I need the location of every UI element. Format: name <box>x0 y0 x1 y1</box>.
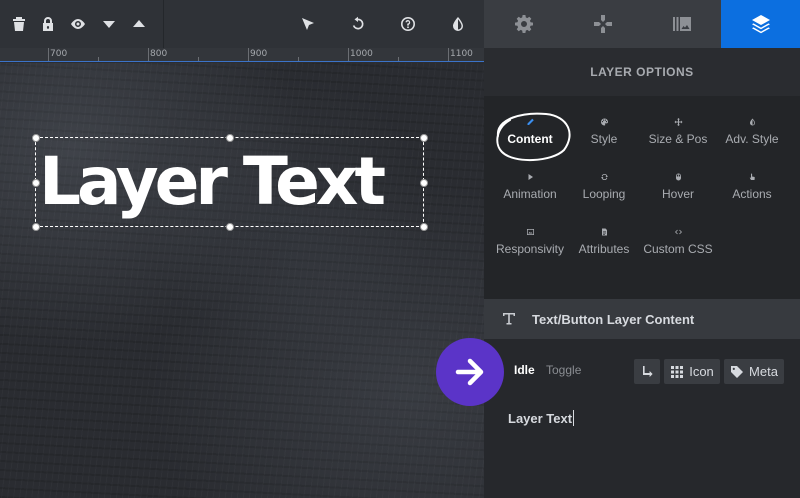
slides-icon <box>672 17 691 31</box>
tag-icon <box>731 365 744 378</box>
arrow-up-icon[interactable] <box>129 14 149 34</box>
horizontal-ruler: 700 800 900 1000 1100 <box>0 48 484 62</box>
option-custom-css[interactable]: Custom CSS <box>638 206 718 256</box>
layer-text-input[interactable] <box>500 389 784 498</box>
layers-icon <box>751 15 770 34</box>
resize-handle[interactable] <box>226 134 234 142</box>
option-label: Custom CSS <box>643 242 713 256</box>
option-adv-style[interactable]: Adv. Style <box>712 96 792 146</box>
resize-handle[interactable] <box>226 223 234 231</box>
option-size-pos[interactable]: Size & Pos <box>638 96 718 146</box>
option-label: Attributes <box>578 242 630 256</box>
layer-text[interactable]: Layer Text <box>39 140 386 224</box>
option-animation[interactable]: Animation <box>490 151 570 201</box>
layer-content-editor: Idle Toggle Icon Meta Layer Text <box>484 339 800 498</box>
option-hover[interactable]: Hover <box>638 151 718 201</box>
palette-icon <box>600 118 608 126</box>
insert-icon-button[interactable]: Icon <box>664 359 720 384</box>
undo-icon[interactable] <box>348 14 368 34</box>
icon-button-label: Icon <box>689 364 714 379</box>
selected-text-layer[interactable]: Layer Text <box>32 134 428 231</box>
resize-handle[interactable] <box>32 223 40 231</box>
option-label: Looping <box>582 187 626 201</box>
meta-button-label: Meta <box>749 364 778 379</box>
panel-tabs <box>484 0 800 48</box>
resize-handle[interactable] <box>420 134 428 142</box>
help-icon[interactable] <box>398 14 418 34</box>
option-style[interactable]: Style <box>564 96 644 146</box>
option-attributes[interactable]: Attributes <box>564 206 644 256</box>
lock-icon[interactable] <box>38 14 58 34</box>
option-actions[interactable]: Actions <box>712 151 792 201</box>
arrow-right-icon <box>455 358 484 386</box>
state-toggle[interactable]: Toggle <box>546 363 581 377</box>
option-label: Actions <box>732 187 772 201</box>
loop-icon <box>600 173 608 181</box>
option-label: Hover <box>661 187 694 201</box>
option-label: Responsivity <box>495 242 565 256</box>
state-idle[interactable]: Idle <box>514 363 535 377</box>
text-caret <box>573 410 575 426</box>
eye-icon[interactable] <box>68 14 88 34</box>
canvas-toolbar <box>0 0 484 48</box>
gear-icon <box>514 15 533 33</box>
resize-handle[interactable] <box>32 134 40 142</box>
layer-options-grid: Content Style Size & Pos Adv. Style Anim… <box>484 96 800 296</box>
settings-panel: LAYER OPTIONS Content Style Size & Pos A… <box>484 0 800 498</box>
resize-handle[interactable] <box>32 179 40 187</box>
resize-handle[interactable] <box>420 179 428 187</box>
return-arrow-icon <box>643 365 653 377</box>
tab-navigation[interactable] <box>563 0 642 48</box>
move-icon <box>674 118 682 126</box>
tab-layers[interactable] <box>721 0 800 48</box>
ruler-label: 900 <box>250 49 268 59</box>
pencil-icon <box>527 118 534 125</box>
cursor-icon[interactable] <box>298 14 318 34</box>
contrast-icon <box>749 118 755 126</box>
ruler-label: 1000 <box>350 49 373 59</box>
option-label: Content <box>507 132 553 146</box>
slide-canvas[interactable]: Layer Text <box>0 63 484 498</box>
option-looping[interactable]: Looping <box>564 151 644 201</box>
option-label: Style <box>590 132 618 146</box>
contrast-icon[interactable] <box>448 14 468 34</box>
document-icon <box>601 228 607 236</box>
option-label: Animation <box>503 187 557 201</box>
option-label: Adv. Style <box>725 132 779 146</box>
trash-icon[interactable] <box>9 14 29 34</box>
gamepad-icon <box>593 15 612 33</box>
panel-title: LAYER OPTIONS <box>484 48 800 96</box>
text-icon <box>503 313 515 325</box>
pointer-arrow-badge <box>436 338 504 406</box>
option-label: Size & Pos <box>648 132 708 146</box>
arrow-down-icon[interactable] <box>99 14 119 34</box>
ruler-label: 800 <box>150 49 168 59</box>
tab-settings[interactable] <box>484 0 563 48</box>
toolbar-divider <box>163 0 164 48</box>
grid-icon <box>671 365 684 378</box>
option-responsivity[interactable]: Responsivity <box>490 206 570 256</box>
mouse-icon <box>675 173 681 181</box>
section-header: Text/Button Layer Content <box>484 299 800 339</box>
pointer-hand-icon <box>749 173 755 180</box>
meta-button[interactable]: Meta <box>724 359 784 384</box>
code-icon <box>674 229 682 235</box>
resize-handle[interactable] <box>420 223 428 231</box>
line-break-button[interactable] <box>634 359 660 384</box>
option-content[interactable]: Content <box>490 96 570 146</box>
play-icon <box>528 174 533 180</box>
tab-slides[interactable] <box>642 0 721 48</box>
ruler-label: 700 <box>50 49 68 59</box>
image-frame-icon <box>526 229 534 235</box>
ruler-label: 1100 <box>450 49 473 59</box>
layer-text-value[interactable]: Layer Text <box>508 410 575 426</box>
section-title: Text/Button Layer Content <box>532 311 695 327</box>
